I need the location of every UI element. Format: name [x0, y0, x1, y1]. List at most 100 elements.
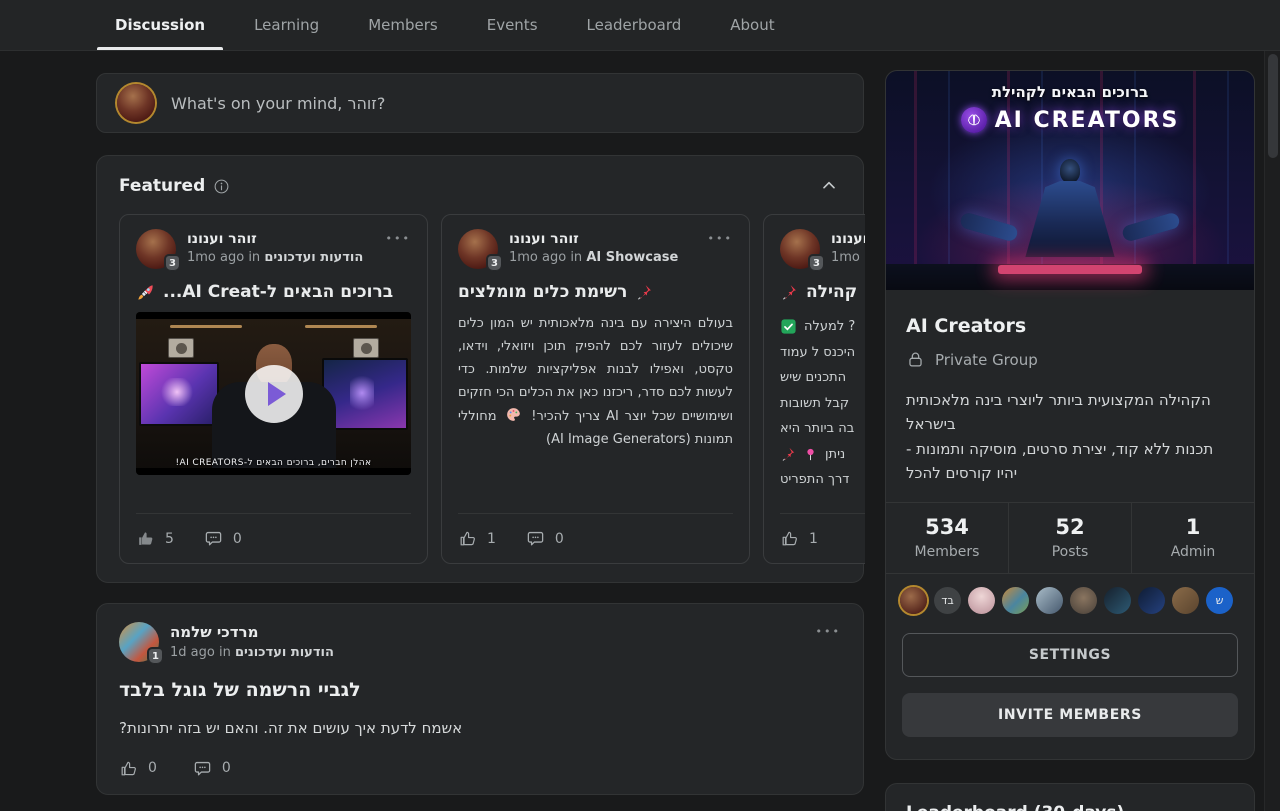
stat-posts[interactable]: 52 Posts — [1008, 503, 1131, 573]
member-avatar[interactable] — [968, 587, 995, 614]
brain-logo-icon — [961, 107, 987, 133]
post-body: בעולם היצירה עם בינה מלאכותית יש המון כל… — [458, 312, 733, 451]
like-count: 1 — [487, 531, 496, 547]
lock-icon — [906, 350, 925, 369]
stat-admins[interactable]: 1 Admin — [1131, 503, 1254, 573]
info-icon[interactable] — [213, 178, 230, 195]
like-button[interactable]: 1 — [780, 529, 818, 548]
member-avatar[interactable] — [1070, 587, 1097, 614]
settings-button[interactable]: SETTINGS — [902, 633, 1238, 677]
stat-members[interactable]: 534 Members — [886, 503, 1008, 573]
check-icon — [780, 318, 797, 335]
author-name[interactable]: זוהר וענונו — [509, 229, 678, 249]
member-avatar[interactable]: בד — [934, 587, 961, 614]
post-title[interactable]: קהילה — [780, 282, 865, 302]
tab-events[interactable]: Events — [469, 0, 556, 50]
top-navigation: Discussion Learning Members Events Leade… — [0, 0, 1280, 51]
level-badge: 3 — [164, 254, 181, 272]
author-avatar[interactable]: 3 — [136, 229, 176, 269]
group-stats: 534 Members 52 Posts 1 Admin — [886, 502, 1254, 574]
leaderboard-card: Leaderboard (30-days) — [885, 783, 1255, 811]
monitor-left — [139, 362, 219, 426]
banner-brand-text: AI CREATORS — [995, 108, 1180, 133]
member-avatar[interactable] — [1104, 587, 1131, 614]
palette-icon — [505, 406, 522, 423]
tab-members[interactable]: Members — [350, 0, 456, 50]
author-avatar[interactable]: 3 — [458, 229, 498, 269]
privacy-label: Private Group — [935, 351, 1038, 369]
author-avatar[interactable]: 1 — [119, 622, 159, 662]
composer-placeholder: What's on your mind, זוהר? — [171, 94, 385, 113]
member-avatar[interactable] — [1172, 587, 1199, 614]
featured-section: Featured 3 זוהר וענונו 1mo ago in הודעות… — [96, 155, 864, 583]
comment-count: 0 — [555, 531, 564, 547]
pushpin-icon — [635, 283, 653, 301]
post-category[interactable]: הודעות ועדכונים — [264, 250, 363, 265]
featured-title: Featured — [119, 176, 205, 196]
post-title[interactable]: רשימת כלים מומלצים — [458, 282, 733, 302]
like-button[interactable]: 1 — [458, 529, 496, 548]
featured-card-welcome[interactable]: 3 זוהר וענונו 1mo ago in הודעות ועדכונים… — [119, 214, 428, 564]
post-body: אשמח לדעת איך עושים את זה. והאם יש בזה י… — [119, 719, 841, 737]
rocket-icon — [136, 283, 155, 302]
speaker — [168, 338, 194, 358]
like-button[interactable]: 0 — [119, 759, 157, 778]
comment-count: 0 — [222, 760, 231, 776]
post-title[interactable]: לגביי הרשמה של גוגל בלבד — [119, 679, 841, 701]
featured-card-tools[interactable]: 3 זוהר וענונו 1mo ago in AI Showcase •••… — [441, 214, 750, 564]
comment-count: 0 — [233, 531, 242, 547]
author-name[interactable]: זוהר וענונו — [831, 229, 865, 249]
comment-button[interactable]: 0 — [526, 529, 564, 548]
tab-discussion[interactable]: Discussion — [97, 0, 223, 50]
comment-button[interactable]: 0 — [193, 759, 231, 778]
banner-keyboard-glow — [998, 265, 1142, 274]
studio-light — [305, 325, 377, 328]
comment-button[interactable]: 0 — [204, 529, 242, 548]
member-avatar[interactable] — [1138, 587, 1165, 614]
group-name: AI Creators — [906, 315, 1234, 337]
post-composer[interactable]: What's on your mind, זוהר? — [96, 73, 864, 133]
member-avatar[interactable] — [900, 587, 927, 614]
member-avatars-strip: בד ש — [886, 574, 1254, 617]
tab-leaderboard[interactable]: Leaderboard — [569, 0, 700, 50]
group-banner-image: ברוכים הבאים לקהילת AI CREATORS — [886, 71, 1254, 290]
banner-figure-body — [1008, 181, 1132, 257]
member-avatar[interactable] — [1036, 587, 1063, 614]
member-avatar[interactable]: ש — [1206, 587, 1233, 614]
speaker — [353, 338, 379, 358]
page-scrollbar[interactable] — [1264, 0, 1280, 811]
feed-post[interactable]: 1 מרדכי שלמה 1d ago in הודעות ועדכונים •… — [96, 603, 864, 795]
post-category[interactable]: AI Showcase — [586, 250, 678, 265]
banner-figure — [1060, 159, 1080, 183]
author-name[interactable]: מרדכי שלמה — [170, 622, 334, 644]
current-user-avatar[interactable] — [117, 84, 155, 122]
group-description: הקהילה המקצועית ביותר ליוצרי בינה מלאכות… — [906, 388, 1234, 485]
tab-about[interactable]: About — [712, 0, 792, 50]
level-badge: 1 — [147, 647, 164, 665]
member-avatar[interactable] — [1002, 587, 1029, 614]
post-time: 1mo ago in — [509, 250, 582, 265]
featured-cards-row: 3 זוהר וענונו 1mo ago in הודעות ועדכונים… — [119, 214, 865, 564]
author-avatar[interactable]: 3 — [780, 229, 820, 269]
round-pin-icon — [803, 447, 818, 462]
tab-learning[interactable]: Learning — [236, 0, 337, 50]
like-button[interactable]: 5 — [136, 529, 174, 548]
post-time: 1mo ago in — [187, 250, 260, 265]
like-count: 1 — [809, 531, 818, 547]
more-options-icon[interactable]: ••• — [386, 229, 411, 244]
pushpin-icon — [780, 283, 798, 301]
author-name[interactable]: זוהר וענונו — [187, 229, 363, 249]
post-title[interactable]: ברוכים הבאים ל-AI Creat... — [136, 282, 411, 302]
collapse-chevron-up-icon[interactable] — [819, 176, 839, 196]
post-category[interactable]: הודעות ועדכונים — [235, 645, 334, 660]
play-button-icon[interactable] — [245, 365, 303, 423]
studio-light — [170, 325, 242, 328]
more-options-icon[interactable]: ••• — [708, 229, 733, 244]
more-options-icon[interactable]: ••• — [816, 622, 841, 637]
leaderboard-title: Leaderboard (30-days) — [906, 803, 1234, 811]
featured-card-community[interactable]: 3 זוהר וענונו 1mo קהילה למעלה ? — [763, 214, 865, 564]
like-count: 5 — [165, 531, 174, 547]
scrollbar-thumb[interactable] — [1268, 54, 1278, 158]
invite-members-button[interactable]: INVITE MEMBERS — [902, 693, 1238, 737]
video-thumbnail[interactable]: אהלן חברים, ברוכים הבאים ל-AI CREATORS! — [136, 312, 411, 475]
